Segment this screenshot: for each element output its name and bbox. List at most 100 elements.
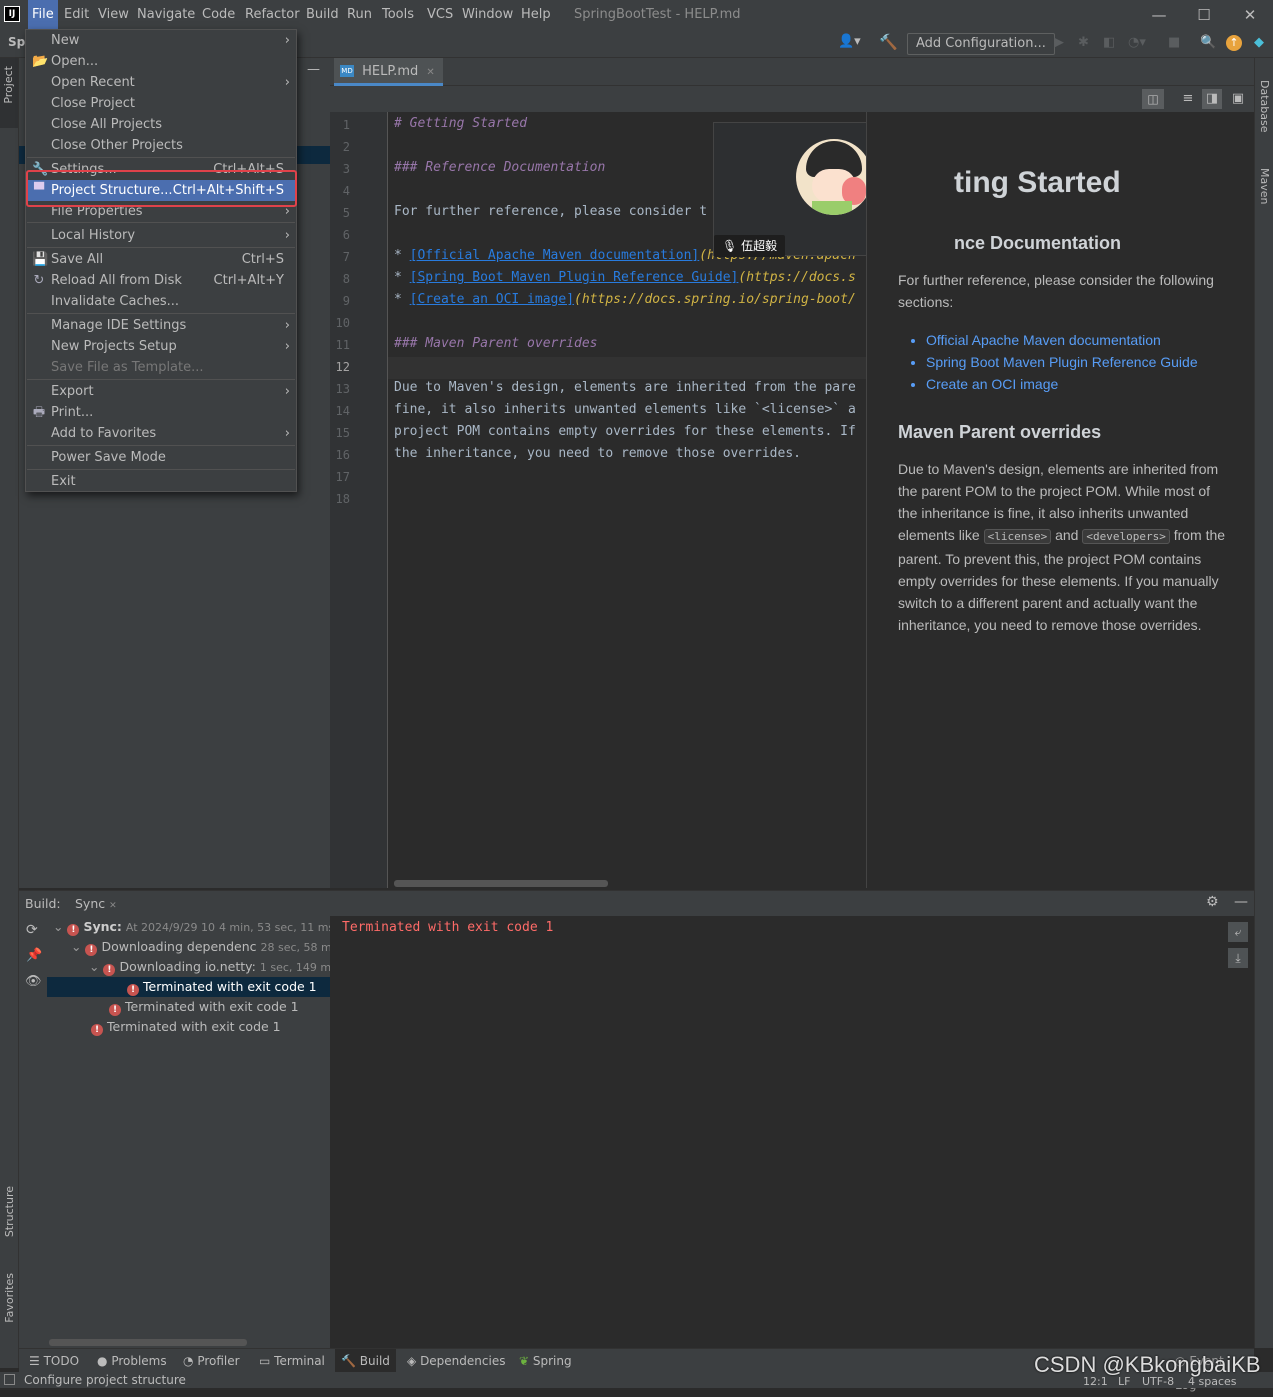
tab-spring[interactable]: ❦ Spring [513, 1349, 578, 1373]
close-window-button[interactable]: ✕ [1227, 0, 1273, 30]
menu-item-print[interactable]: 🖶 Print... [26, 402, 296, 423]
menu-tools[interactable]: Tools [378, 0, 418, 30]
minimize-button[interactable]: — [1136, 0, 1182, 30]
build-console[interactable]: Terminated with exit code 1 ⤶ ⤓ [330, 916, 1254, 1348]
error-icon: ! [109, 1004, 121, 1016]
menu-build[interactable]: Build [302, 0, 343, 30]
add-configuration-button[interactable]: Add Configuration... [907, 33, 1055, 55]
favorites-tool-tab[interactable]: Favorites [3, 1273, 16, 1323]
tab-close-icon[interactable]: ✕ [426, 67, 434, 78]
menu-window[interactable]: Window [458, 0, 517, 30]
structure-tool-tab[interactable]: Structure [3, 1186, 16, 1237]
title-bar: IJ File Edit View Navigate Code Refactor… [0, 0, 1273, 30]
menu-vcs[interactable]: VCS [423, 0, 457, 30]
database-tool-tab[interactable]: Database [1258, 80, 1271, 133]
tree-row-terminated-1[interactable]: ! Terminated with exit code 1 [127, 977, 317, 997]
voice-name-tag: 🎙 伍超毅 [714, 235, 786, 257]
project-tool-tab[interactable]: Project [0, 58, 18, 128]
menu-view[interactable]: View [94, 0, 133, 30]
line-number-gutter: 1 2 3 4 5 6 7 8 9 10 11 12 13 14 15 16 1… [330, 112, 388, 888]
tab-dependencies[interactable]: ◈ Dependencies [401, 1349, 511, 1373]
menu-run[interactable]: Run [343, 0, 376, 30]
tree-row-sync[interactable]: ⌄ ! Sync: At 2024/9/29 10 4 min, 53 sec, … [53, 917, 334, 937]
tree-row-terminated-3[interactable]: ! Terminated with exit code 1 [91, 1017, 281, 1037]
avatar [796, 139, 872, 215]
menu-refactor[interactable]: Refactor [241, 0, 304, 30]
menu-item-power-save-mode[interactable]: Power Save Mode [26, 447, 296, 468]
pin-icon[interactable]: 📌 [26, 948, 42, 963]
collapse-pane-icon[interactable]: — [307, 62, 320, 77]
preview-link[interactable]: Create an OCI image [926, 373, 1246, 395]
maximize-button[interactable]: ☐ [1181, 0, 1227, 30]
menu-item-close-project[interactable]: Close Project [26, 93, 296, 114]
error-icon: ! [85, 944, 98, 956]
eye-icon[interactable]: 👁 [25, 974, 42, 989]
tree-horizontal-scrollbar[interactable] [49, 1339, 247, 1346]
maven-tool-tab[interactable]: Maven [1258, 168, 1271, 204]
search-icon[interactable]: 🔍 [1200, 35, 1216, 50]
tab-problems[interactable]: ● Problems [91, 1349, 173, 1373]
menu-code[interactable]: Code [198, 0, 239, 30]
preview-link[interactable]: Spring Boot Maven Plugin Reference Guide [926, 351, 1246, 373]
tab-profiler[interactable]: ◔ Profiler [177, 1349, 246, 1373]
gear-icon[interactable]: ⚙ [1206, 894, 1219, 910]
watermark: CSDN @KBkongbaiKB [1034, 1352, 1261, 1377]
scroll-to-end-icon[interactable]: ⤓ [1228, 948, 1248, 968]
menu-item-open[interactable]: 📂 Open... [26, 51, 296, 72]
hide-icon[interactable]: — [1234, 894, 1248, 910]
status-toggle-icon[interactable] [4, 1374, 15, 1385]
md-link-oci[interactable]: [Create an OCI image] [410, 292, 574, 307]
menu-navigate[interactable]: Navigate [133, 0, 199, 30]
menu-item-open-recent[interactable]: Open Recent › [26, 72, 296, 93]
user-icon[interactable]: 👤▾ [838, 34, 861, 49]
hammer-build-icon[interactable]: 🔨 [879, 33, 898, 51]
preview-link[interactable]: Official Apache Maven documentation [926, 329, 1246, 351]
tab-help-md[interactable]: MD HELP.md ✕ [334, 58, 443, 86]
menu-item-reload-all[interactable]: ↻ Reload All from Disk Ctrl+Alt+Y [26, 270, 296, 291]
menu-item-close-other-projects[interactable]: Close Other Projects [26, 135, 296, 156]
tab-todo[interactable]: ☰ TODO [23, 1349, 85, 1373]
tab-terminal[interactable]: ▭ Terminal [253, 1349, 331, 1373]
stop-icon[interactable]: ■ [1168, 35, 1180, 50]
menu-item-manage-ide-settings[interactable]: Manage IDE Settings › [26, 315, 296, 336]
md-link-maven[interactable]: [Official Apache Maven documentation] [410, 248, 700, 263]
menu-item-export[interactable]: Export › [26, 381, 296, 402]
menu-help[interactable]: Help [517, 0, 555, 30]
menu-item-new-projects-setup[interactable]: New Projects Setup › [26, 336, 296, 357]
preview-only-icon[interactable]: ▣ [1228, 89, 1248, 109]
tab-sync[interactable]: Sync ✕ [69, 891, 123, 917]
coverage-icon[interactable]: ◧ [1103, 35, 1115, 50]
code-line-1: # Getting Started [394, 116, 528, 131]
tab-build[interactable]: 🔨 Build [335, 1349, 396, 1373]
soft-wrap-icon[interactable]: ⤶ [1228, 922, 1248, 942]
menu-item-save-all[interactable]: 💾 Save All Ctrl+S [26, 249, 296, 270]
tree-row-terminated-2[interactable]: ! Terminated with exit code 1 [109, 997, 299, 1017]
update-icon[interactable]: ↑ [1226, 35, 1242, 51]
md-link-spring-boot[interactable]: [Spring Boot Maven Plugin Reference Guid… [410, 270, 739, 285]
menu-file[interactable]: File [28, 0, 58, 30]
menu-item-new[interactable]: New › [26, 30, 296, 51]
editor-only-icon[interactable]: ≡ [1178, 89, 1198, 109]
run-icon[interactable]: ▶ [1054, 35, 1064, 50]
resync-icon[interactable]: ⟳ [26, 922, 38, 938]
tree-row-downloading-dependencies[interactable]: ⌄ ! Downloading dependenc 28 sec, 58 ms [71, 937, 337, 957]
toolbox-icon[interactable]: ◆ [1254, 35, 1264, 50]
build-side-toolbar: ⟳ 📌 👁 [19, 916, 47, 1348]
editor-preview-icon[interactable]: ◨ [1202, 89, 1222, 109]
close-icon[interactable]: ✕ [109, 901, 117, 911]
menu-item-invalidate-caches[interactable]: Invalidate Caches... [26, 291, 296, 312]
intellij-logo-icon: IJ [4, 6, 20, 22]
menu-edit[interactable]: Edit [60, 0, 93, 30]
menu-item-local-history[interactable]: Local History › [26, 225, 296, 246]
horizontal-scrollbar[interactable] [394, 880, 608, 887]
profile-icon[interactable]: ◔▾ [1128, 35, 1146, 50]
debug-icon[interactable]: ✱ [1078, 35, 1089, 50]
menu-item-add-to-favorites[interactable]: Add to Favorites › [26, 423, 296, 444]
layout-toggle-icon[interactable]: ◫ [1142, 89, 1164, 109]
code-line-5: For further reference, please consider t [394, 204, 708, 219]
code-line-15: project POM contains empty overrides for… [394, 424, 856, 439]
menu-item-close-all-projects[interactable]: Close All Projects [26, 114, 296, 135]
tree-row-downloading-netty[interactable]: ⌄ ! Downloading io.netty: 1 sec, 149 ms [89, 957, 337, 977]
menu-item-exit[interactable]: Exit [26, 471, 296, 492]
reload-icon: ↻ [33, 273, 45, 288]
